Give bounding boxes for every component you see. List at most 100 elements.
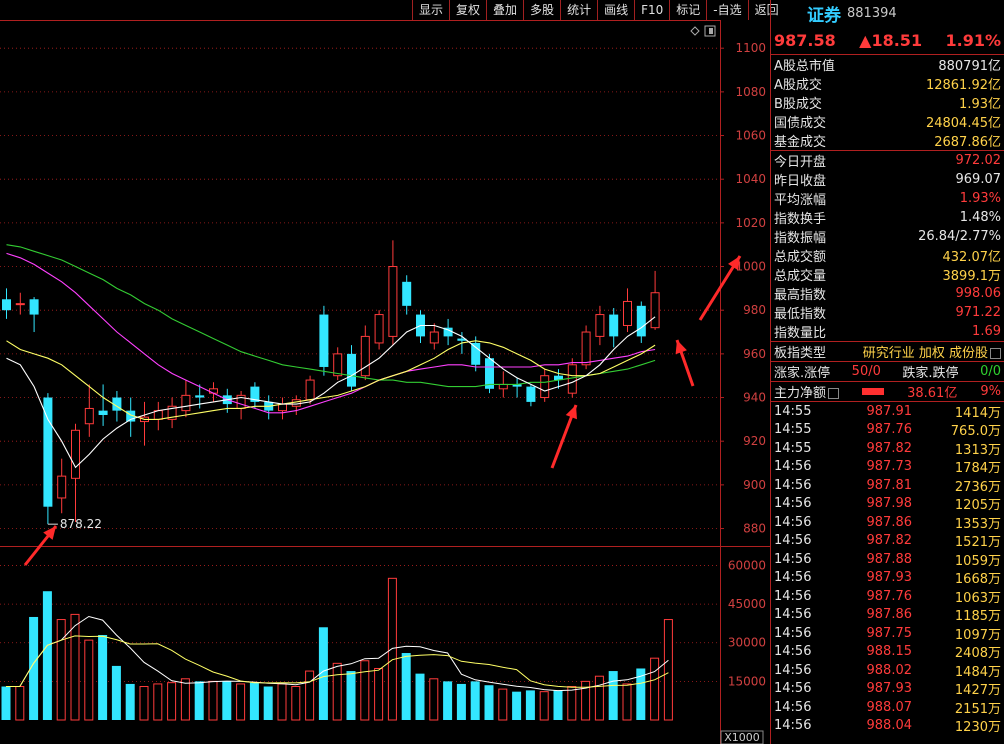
stats-label: 平均涨幅	[774, 193, 827, 208]
volume-bar	[167, 682, 177, 721]
toolbar-button-2[interactable]: 叠加	[486, 0, 523, 20]
ma20-line	[6, 252, 656, 414]
stats-row: 最高指数 998.06	[771, 284, 1004, 303]
stock-code: 881394	[847, 5, 897, 21]
volume-bar	[194, 681, 204, 720]
volume-bar	[567, 686, 577, 721]
trade-time: 14:56	[774, 588, 812, 604]
candle-body	[305, 379, 315, 401]
down-value: 0/0	[980, 364, 1001, 379]
board-type-value[interactable]: 研究行业 加权 成份股	[863, 342, 1001, 361]
price-tick-label: 940	[743, 391, 766, 405]
toolbar-button-7[interactable]: 标记	[669, 0, 706, 20]
board-type-row: 板指类型 研究行业 加权 成份股	[771, 342, 1004, 362]
up-label: 涨家.涨停	[774, 366, 831, 381]
volume-bar	[139, 686, 149, 721]
price-change-pct: 1.91%	[945, 30, 1001, 50]
candle-body	[429, 331, 439, 344]
volume-bar	[456, 683, 466, 720]
trade-volume: 2151万	[954, 701, 1001, 717]
trade-time: 14:55	[774, 440, 812, 456]
toolbar-button-6[interactable]: F10	[634, 0, 669, 20]
trade-price: 988.07	[866, 699, 913, 715]
volume-bar	[401, 653, 411, 720]
stats-label: 指数振幅	[774, 231, 827, 246]
toolbar-button-0[interactable]: 显示	[412, 0, 449, 20]
trade-volume: 1205万	[954, 498, 1001, 514]
candle	[153, 401, 163, 431]
list-icon[interactable]	[828, 388, 840, 399]
trade-price: 987.88	[866, 551, 913, 567]
volume-tick-label: 30000	[728, 636, 766, 650]
trade-row: 14:56 988.02 1484万	[771, 661, 1004, 680]
quote-panel: 证券 881394 987.58 ▲18.51 1.91% A股总市值 88079…	[770, 0, 1004, 744]
candle	[278, 397, 287, 420]
volume-bar	[305, 670, 315, 721]
trade-time: 14:56	[774, 662, 812, 678]
candle	[526, 384, 536, 407]
volume-bar	[512, 691, 522, 720]
last-price: 987.58	[774, 30, 836, 50]
candle	[291, 395, 301, 415]
volume-bar	[98, 635, 108, 720]
tick-trades-list[interactable]: 14:55 987.91 1414万 14:55 987.76 765.0万 14:55 98…	[771, 402, 1004, 736]
candle-body	[650, 292, 660, 329]
stats-label: 总成交额	[774, 250, 827, 265]
stats-value: 972.02	[955, 153, 1002, 168]
candle-body	[15, 303, 25, 306]
volume-bar	[111, 665, 121, 720]
candle	[650, 270, 660, 330]
kline-chart-svg[interactable]: 1100 1080 1060 1040 1020 1000 980 960 940 920 900 8…	[0, 0, 770, 744]
price-tick-label: 960	[743, 347, 766, 361]
stats-label: 昨日收盘	[774, 174, 827, 189]
toolbar-button-3[interactable]: 多股	[523, 0, 560, 20]
trade-row: 14:56 987.76 1063万	[771, 587, 1004, 606]
candle	[333, 347, 343, 381]
trade-time: 14:56	[774, 496, 812, 512]
toolbar-button-4[interactable]: 统计	[560, 0, 597, 20]
stats-row: 指数量比 1.69	[771, 322, 1004, 341]
stats-label: 最低指数	[774, 307, 827, 322]
volume-bar	[608, 671, 618, 720]
candle-body	[71, 429, 80, 479]
price-tick-label: 980	[743, 303, 766, 317]
candle-body	[360, 335, 370, 377]
market-label: 国债成交	[774, 116, 827, 131]
toolbar-button-1[interactable]: 复权	[449, 0, 486, 20]
candle-body	[2, 299, 11, 311]
list-icon	[990, 348, 1001, 359]
stats-row: 最低指数 971.22	[771, 303, 1004, 322]
trade-price: 987.81	[866, 477, 913, 493]
candle-body	[195, 395, 205, 398]
flow-bar	[862, 388, 885, 395]
stats-value: 26.84/2.77%	[918, 229, 1001, 244]
toolbar-button-5[interactable]: 画线	[597, 0, 634, 20]
candle-body	[623, 300, 632, 326]
kline-chart-panel[interactable]: 1100 1080 1060 1040 1020 1000 980 960 940 920 900 8…	[0, 0, 779, 744]
price-tick-label: 1000	[735, 260, 766, 274]
volume-bar	[484, 685, 494, 720]
trade-row: 14:55 987.91 1414万	[771, 402, 1004, 421]
stock-name[interactable]: 证券	[807, 1, 841, 26]
price-tick-label: 1020	[735, 216, 766, 230]
stats-row: 平均涨幅 1.93%	[771, 189, 1004, 208]
volume-bar	[663, 619, 673, 721]
trade-volume: 1521万	[954, 535, 1001, 551]
candle	[347, 345, 356, 391]
trade-volume: 1230万	[954, 720, 1001, 736]
main-flow-label: 主力净额	[774, 382, 840, 401]
price-tick-label: 1060	[735, 129, 766, 143]
toolbar-button-8[interactable]: -自选	[706, 0, 747, 20]
candle	[388, 240, 398, 346]
trade-volume: 1668万	[954, 572, 1001, 588]
stats-value: 3899.1万	[942, 269, 1002, 284]
candle-body	[540, 375, 550, 399]
trade-time: 14:56	[774, 625, 812, 641]
market-row: A股总市值 880791亿	[771, 55, 1004, 74]
volume-bar	[277, 683, 287, 721]
candle-body	[57, 475, 67, 499]
candle	[98, 384, 108, 426]
trade-time: 14:56	[774, 533, 812, 549]
price-tick-label: 1080	[735, 85, 766, 99]
price-tick-label: 1040	[735, 172, 766, 186]
